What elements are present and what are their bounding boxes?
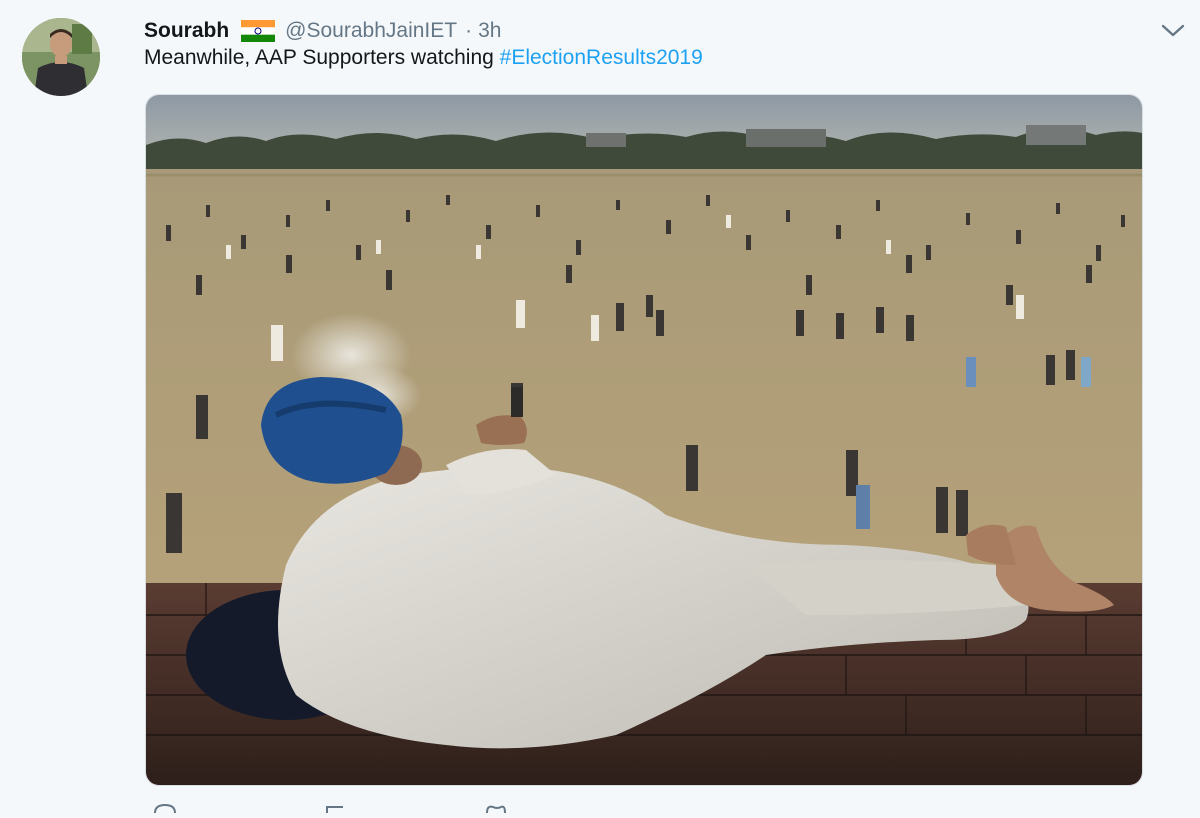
separator-dot: · <box>465 19 473 42</box>
india-flag-icon <box>241 20 276 42</box>
tweet-card: Sourabh @SourabhJainIET · 3h Meanwhile, … <box>0 0 1200 814</box>
retweet-icon[interactable] <box>323 800 351 813</box>
hashtag-link[interactable]: #ElectionResults2019 <box>500 46 703 69</box>
author-name[interactable]: Sourabh <box>144 19 229 43</box>
chevron-down-icon[interactable] <box>1160 20 1186 40</box>
avatar[interactable] <box>22 18 100 96</box>
like-icon[interactable] <box>481 800 509 814</box>
tweet-header: Sourabh @SourabhJainIET · 3h <box>144 16 501 46</box>
tweet-actions <box>145 800 745 814</box>
tweet-photo[interactable] <box>145 94 1143 786</box>
tweet-text: Meanwhile, AAP Supporters watching #Elec… <box>144 46 703 70</box>
tweet-timestamp[interactable]: 3h <box>478 19 501 43</box>
author-handle[interactable]: @SourabhJainIET <box>285 19 457 43</box>
reply-icon[interactable] <box>151 800 179 814</box>
tweet-text-body: Meanwhile, AAP Supporters watching <box>144 46 500 69</box>
